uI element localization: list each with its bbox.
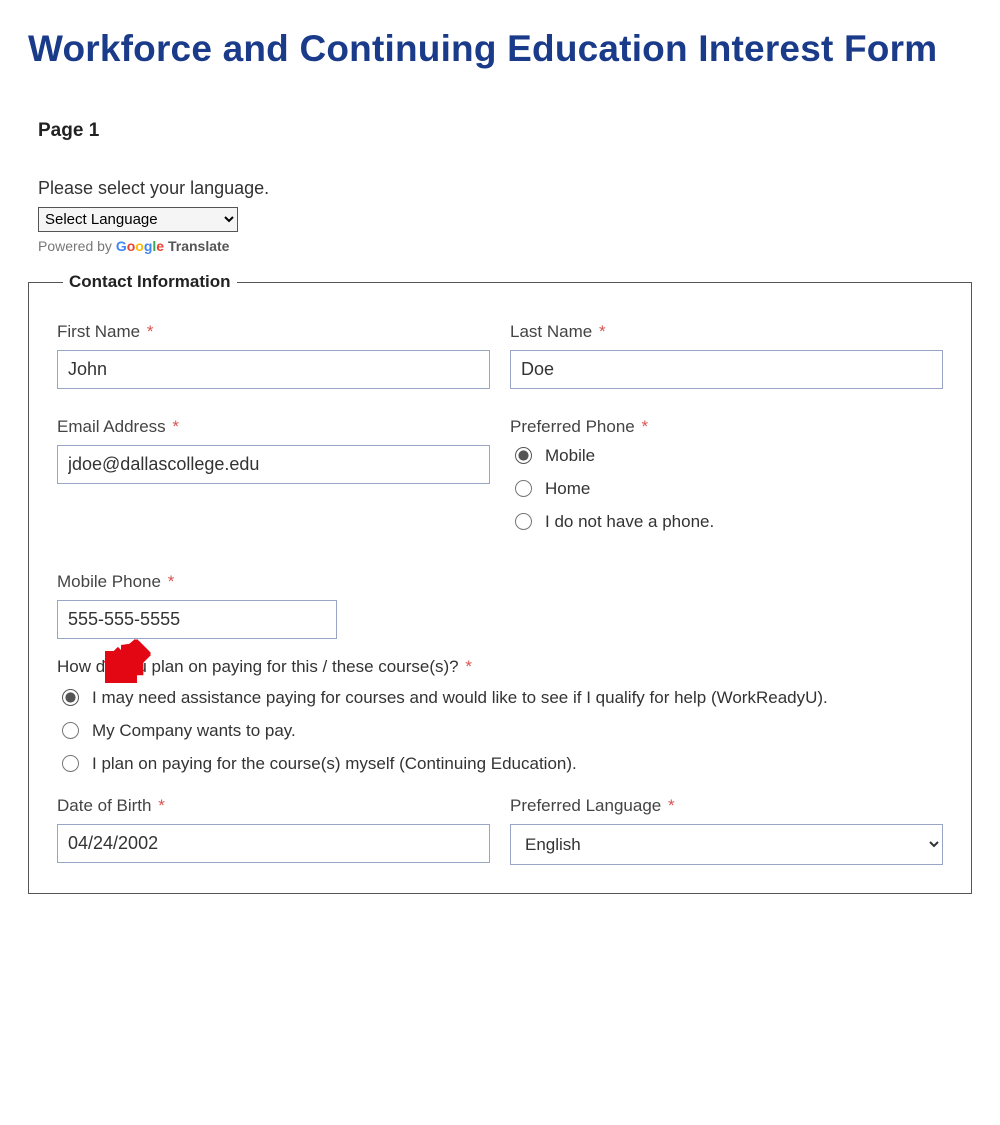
last-name-input[interactable] <box>510 350 943 389</box>
phone-none-radio[interactable] <box>515 513 532 530</box>
mobile-phone-input[interactable] <box>57 600 337 639</box>
payment-self-radio-label: I plan on paying for the course(s) mysel… <box>92 753 577 776</box>
payment-company-radio[interactable] <box>62 722 79 739</box>
page-title: Workforce and Continuing Education Inter… <box>28 28 972 70</box>
first-name-label: First Name * <box>57 322 490 342</box>
language-prompt: Please select your language. <box>38 178 972 199</box>
page-number-label: Page 1 <box>38 120 972 142</box>
payment-self-radio[interactable] <box>62 755 79 772</box>
dob-label: Date of Birth * <box>57 796 490 816</box>
phone-mobile-radio-label: Mobile <box>545 445 595 468</box>
email-label: Email Address * <box>57 417 490 437</box>
phone-mobile-radio[interactable] <box>515 447 532 464</box>
phone-home-radio-label: Home <box>545 478 590 501</box>
language-select[interactable]: Select Language <box>38 207 238 232</box>
contact-info-legend: Contact Information <box>63 272 237 292</box>
contact-info-fieldset: Contact Information First Name * Last Na… <box>28 272 972 894</box>
payment-company-radio-label: My Company wants to pay. <box>92 720 296 743</box>
last-name-label: Last Name * <box>510 322 943 342</box>
payment-assist-radio[interactable] <box>62 689 79 706</box>
preferred-language-label: Preferred Language * <box>510 796 943 816</box>
phone-none-radio-label: I do not have a phone. <box>545 511 714 534</box>
payment-assist-radio-label: I may need assistance paying for courses… <box>92 687 828 710</box>
dob-input[interactable] <box>57 824 490 863</box>
email-input[interactable] <box>57 445 490 484</box>
payment-question-label: How do you plan on paying for this / the… <box>57 657 943 677</box>
mobile-phone-label: Mobile Phone * <box>57 572 490 592</box>
phone-home-radio[interactable] <box>515 480 532 497</box>
first-name-input[interactable] <box>57 350 490 389</box>
powered-by-label: Powered by Google Translate <box>38 238 972 254</box>
preferred-language-select[interactable]: English <box>510 824 943 865</box>
preferred-phone-label: Preferred Phone * <box>510 417 943 437</box>
